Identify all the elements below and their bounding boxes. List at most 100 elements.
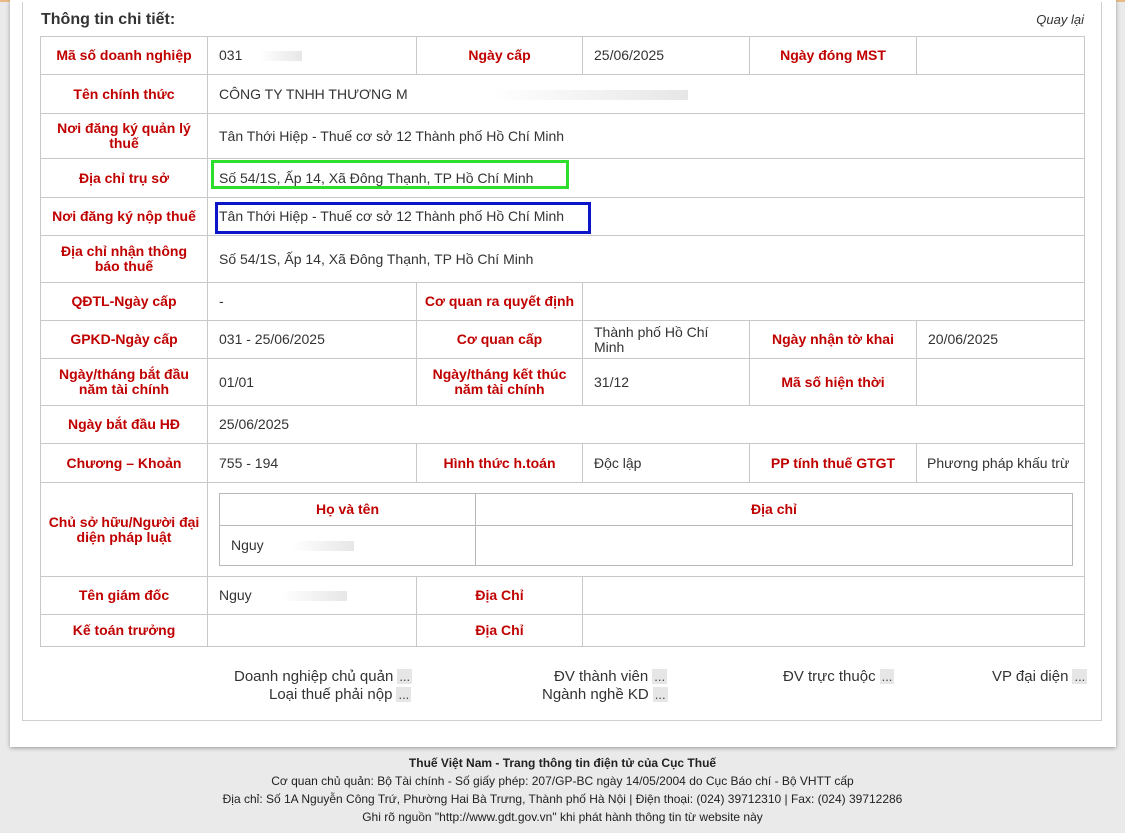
current-code-label: Mã số hiện thời [749, 358, 917, 406]
redaction-mask [242, 51, 303, 62]
decision-agency-value [582, 282, 1085, 321]
accountant-label: Kế toán trưởng [40, 614, 208, 647]
current-code-value [916, 358, 1085, 406]
link-parent-company[interactable]: Doanh nghiệp chủ quản... [234, 668, 413, 685]
chapter-value: 755 - 194 [207, 443, 417, 483]
table-row: Địa chỉ trụ sở Số 54/1S, Ấp 14, Xã Đông … [40, 158, 1085, 198]
fy-end-label: Ngày/tháng kết thúc năm tài chính [416, 358, 583, 406]
owner-name-value: Nguy [219, 525, 476, 566]
site-footer: Thuế Việt Nam - Trang thông tin điện tử … [0, 754, 1125, 826]
table-row: Địa chỉ nhận thông báo thuế Số 54/1S, Ấp… [40, 235, 1085, 283]
footer-line: Cơ quan chủ quản: Bộ Tài chính - Số giấy… [271, 774, 854, 788]
table-row: Chương – Khoản 755 - 194 Hình thức h.toá… [40, 443, 1085, 483]
issuing-agency-value: Thành phố Hồ Chí Minh [582, 320, 750, 359]
link-rep-offices-label: VP đại diện [992, 668, 1069, 685]
owner-name-header: Họ và tên [219, 493, 476, 526]
head-office-value: Số 54/1S, Ấp 14, Xã Đông Thạnh, TP Hồ Ch… [207, 158, 1085, 198]
qdtl-value: - [207, 282, 417, 321]
table-row: Nơi đăng ký quản lý thuế Tân Thới Hiệp -… [40, 113, 1085, 159]
table-row: Ngày bắt đầu HĐ 25/06/2025 [40, 405, 1085, 444]
official-name-text: CÔNG TY TNHH THƯƠNG M [219, 85, 408, 102]
footer-line: Địa chỉ: Số 1A Nguyễn Công Trứ, Phường H… [222, 792, 903, 806]
owner-address-header: Địa chỉ [475, 493, 1073, 526]
issue-date-value: 25/06/2025 [582, 36, 750, 75]
link-parent-company-label: Doanh nghiệp chủ quản [234, 668, 394, 685]
official-name-label: Tên chính thức [40, 74, 208, 114]
table-row: Kế toán trưởng Địa Chỉ [40, 614, 1085, 647]
owner-label: Chủ sở hữu/Người đại diện pháp luật [40, 482, 208, 577]
redaction-mask [251, 591, 347, 602]
director-label: Tên giám đốc [40, 576, 208, 615]
vat-method-label: PP tính thuế GTGT [749, 443, 917, 483]
ellipsis-button[interactable]: ... [652, 687, 668, 702]
company-detail-table: Mã số doanh nghiệp 031 Ngày cấp 25/06/20… [40, 36, 1085, 647]
link-business-lines[interactable]: Ngành nghề KD... [542, 686, 668, 703]
fy-start-value: 01/01 [207, 358, 417, 406]
accountant-addr-value [582, 614, 1085, 647]
tax-code-text: 031 [219, 47, 243, 63]
fy-end-value: 31/12 [582, 358, 750, 406]
vat-method-value: Phương pháp khấu trừ [916, 443, 1085, 483]
accounting-value: Độc lập [582, 443, 750, 483]
tax-payment-place-value: Tân Thới Hiệp - Thuế cơ sở 12 Thành phố … [207, 197, 1085, 236]
owner-header-row: Họ và tên Địa chỉ [219, 493, 1073, 526]
table-row: Tên giám đốc Nguy Địa Chỉ [40, 576, 1085, 615]
tax-payment-place-label: Nơi đăng ký nộp thuế [40, 197, 208, 236]
ellipsis-button[interactable]: ... [879, 669, 895, 684]
ellipsis-button[interactable]: ... [397, 669, 413, 684]
redaction-mask [407, 89, 688, 100]
link-tax-types[interactable]: Loại thuế phải nộp... [269, 686, 412, 703]
ellipsis-button[interactable]: ... [652, 669, 668, 684]
owner-table: Họ và tên Địa chỉ Nguy [219, 493, 1073, 566]
link-member-units-label: ĐV thành viên [554, 668, 649, 685]
ellipsis-button[interactable]: ... [1072, 669, 1088, 684]
qdtl-label: QĐTL-Ngày cấp [40, 282, 208, 321]
accounting-label: Hình thức h.toán [416, 443, 583, 483]
op-start-label: Ngày bắt đầu HĐ [40, 405, 208, 444]
link-member-units[interactable]: ĐV thành viên... [554, 668, 668, 685]
close-date-label: Ngày đóng MST [749, 36, 917, 75]
issuing-agency-label: Cơ quan cấp [416, 320, 583, 359]
link-affiliated-units[interactable]: ĐV trực thuộc... [783, 668, 895, 685]
tax-code-label: Mã số doanh nghiệp [40, 36, 208, 75]
op-start-value: 25/06/2025 [207, 405, 1085, 444]
table-row: QĐTL-Ngày cấp - Cơ quan ra quyết định [40, 282, 1085, 321]
notice-address-label: Địa chỉ nhận thông báo thuế [40, 235, 208, 283]
owner-cell: Họ và tên Địa chỉ Nguy [207, 482, 1085, 577]
director-addr-value [582, 576, 1085, 615]
footer-line: Ghi rõ nguồn "http://www.gdt.gov.vn" khi… [362, 810, 763, 824]
issue-date-label: Ngày cấp [416, 36, 583, 75]
chapter-label: Chương – Khoản [40, 443, 208, 483]
declaration-date-value: 20/06/2025 [916, 320, 1085, 359]
decision-agency-label: Cơ quan ra quyết định [416, 282, 583, 321]
director-value: Nguy [207, 576, 417, 615]
notice-address-value: Số 54/1S, Ấp 14, Xã Đông Thạnh, TP Hồ Ch… [207, 235, 1085, 283]
declaration-date-label: Ngày nhận tờ khai [749, 320, 917, 359]
link-affiliated-units-label: ĐV trực thuộc [783, 668, 876, 685]
tax-mgmt-place-value: Tân Thới Hiệp - Thuế cơ sở 12 Thành phố … [207, 113, 1085, 159]
link-business-lines-label: Ngành nghề KD [542, 686, 649, 703]
owner-row: Nguy [219, 525, 1073, 566]
accountant-addr-label: Địa Chỉ [416, 614, 583, 647]
table-row: Chủ sở hữu/Người đại diện pháp luật Họ v… [40, 482, 1085, 577]
gpkd-label: GPKD-Ngày cấp [40, 320, 208, 359]
head-office-label: Địa chỉ trụ sở [40, 158, 208, 198]
table-row: Tên chính thức CÔNG TY TNHH THƯƠNG M [40, 74, 1085, 114]
official-name-value: CÔNG TY TNHH THƯƠNG M [207, 74, 1085, 114]
link-rep-offices[interactable]: VP đại diện... [992, 668, 1088, 685]
back-link[interactable]: Quay lại [1000, 12, 1084, 27]
ellipsis-button[interactable]: ... [396, 687, 412, 702]
tax-code-value: 031 [207, 36, 417, 75]
director-text: Nguy [219, 587, 252, 603]
redaction-mask [263, 541, 354, 552]
owner-name-text: Nguy [231, 537, 264, 553]
tax-mgmt-place-label: Nơi đăng ký quản lý thuế [40, 113, 208, 159]
close-date-value [916, 36, 1085, 75]
table-row: Nơi đăng ký nộp thuế Tân Thới Hiệp - Thu… [40, 197, 1085, 236]
table-row: GPKD-Ngày cấp 031 - 25/06/2025 Cơ quan c… [40, 320, 1085, 359]
table-row: Ngày/tháng bắt đầu năm tài chính 01/01 N… [40, 358, 1085, 406]
table-row: Mã số doanh nghiệp 031 Ngày cấp 25/06/20… [40, 36, 1085, 75]
gpkd-value: 031 - 25/06/2025 [207, 320, 417, 359]
accountant-value [207, 614, 417, 647]
link-tax-types-label: Loại thuế phải nộp [269, 686, 393, 703]
